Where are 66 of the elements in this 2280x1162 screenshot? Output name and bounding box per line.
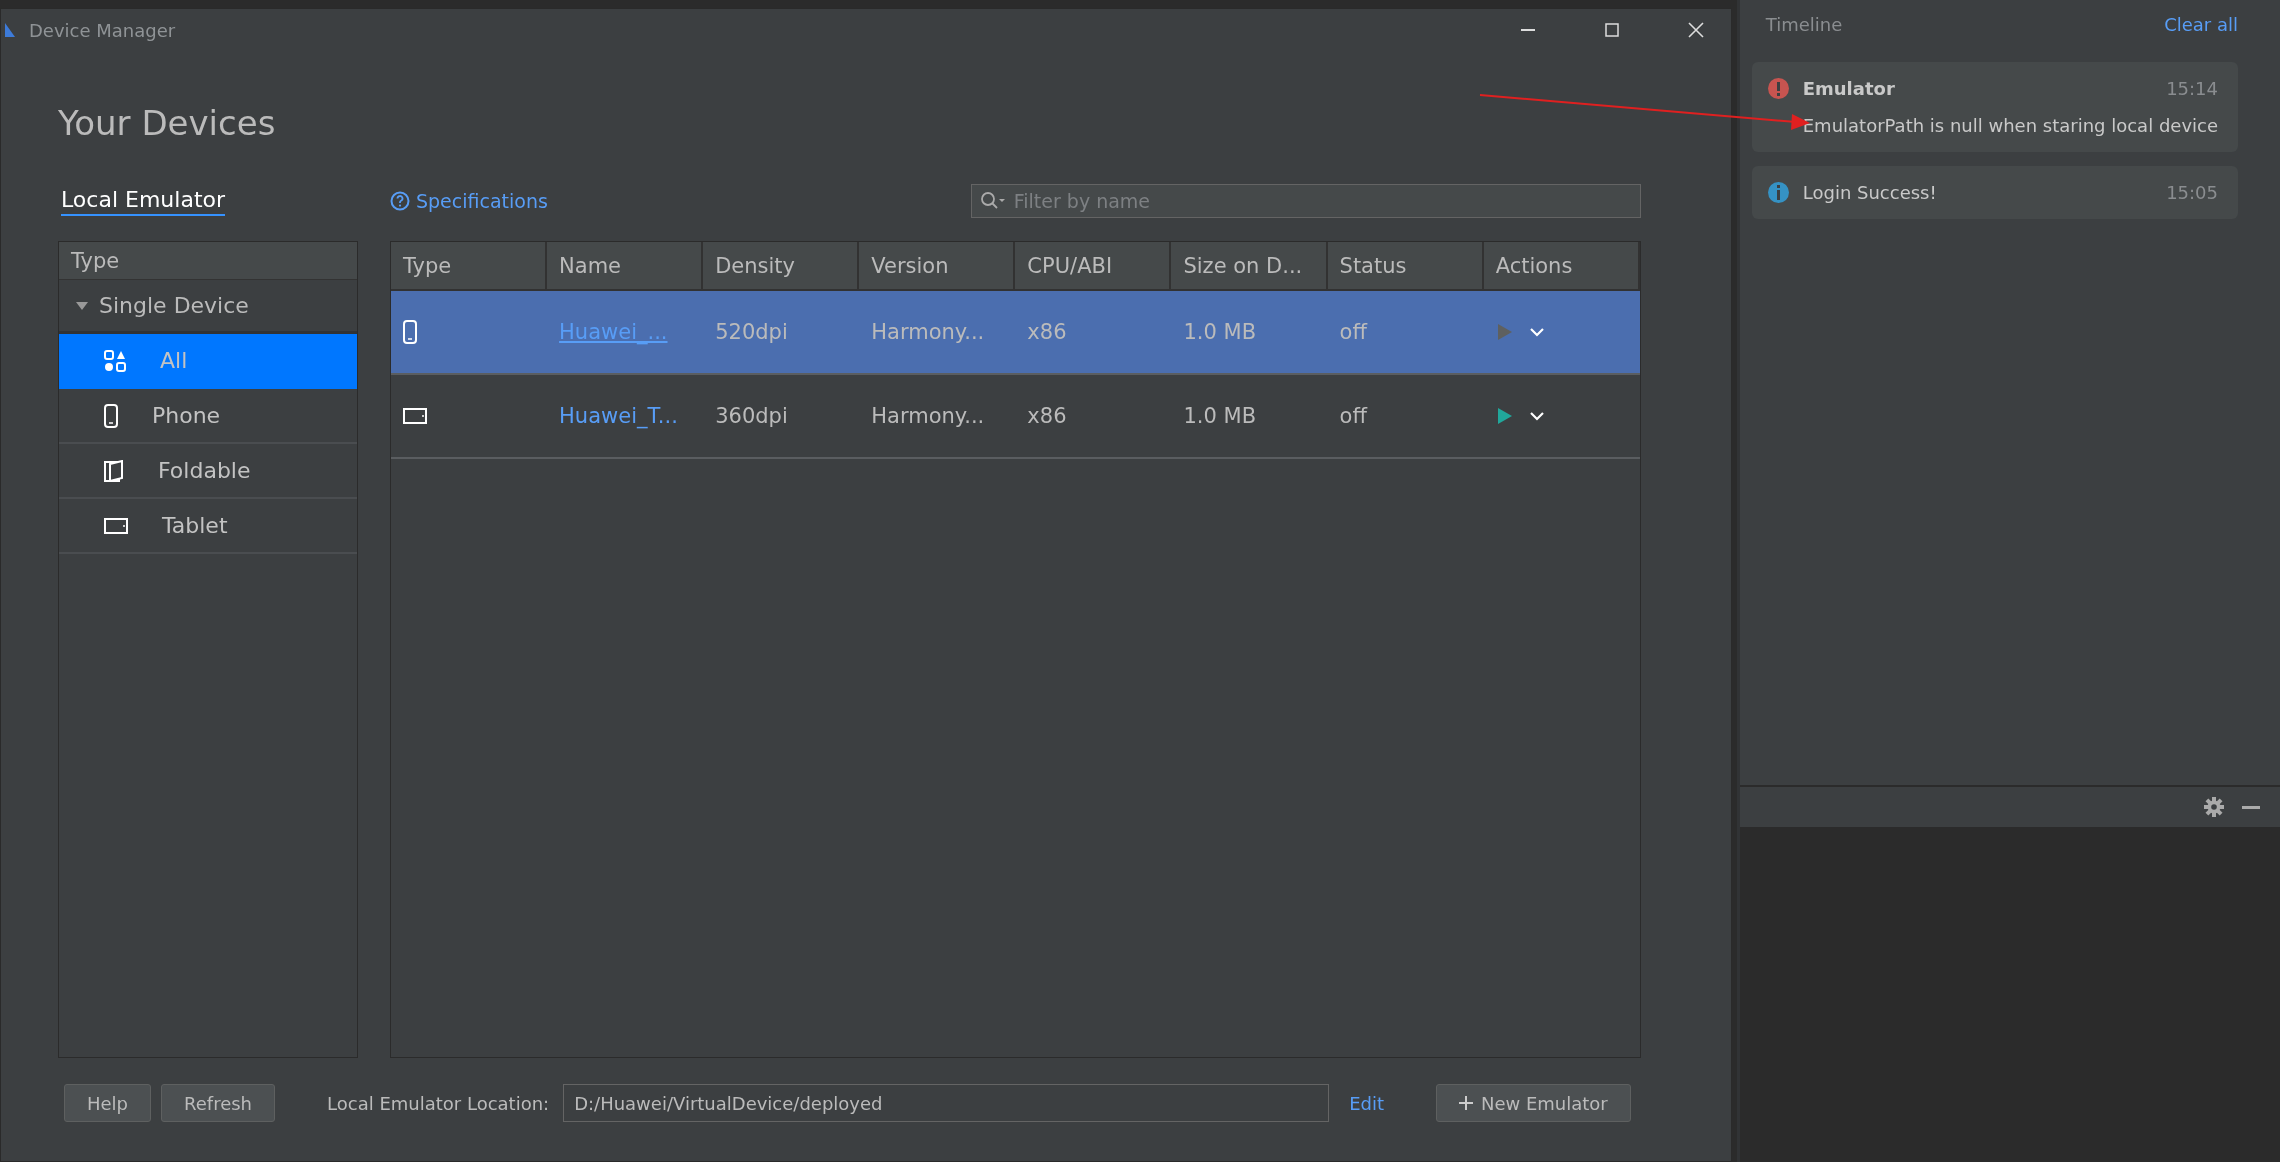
table-cell-text: off (1338, 319, 1369, 346)
app-logo-icon (5, 21, 15, 39)
tablet-type-icon (403, 408, 427, 424)
dropdown-button[interactable] (1527, 409, 1546, 423)
clear-all-link[interactable]: Clear all (2164, 13, 2238, 35)
table-cell-text: x86 (1026, 403, 1068, 430)
location-label: Local Emulator Location: (327, 1092, 550, 1114)
minimize-icon[interactable] (2242, 805, 2260, 809)
notification-time: 15:05 (2166, 182, 2218, 203)
column-header: Version (859, 242, 1016, 289)
search-icon[interactable] (979, 191, 1006, 211)
specifications-link[interactable]: Specifications (390, 190, 548, 212)
tree-item[interactable]: Phone (59, 389, 357, 444)
help-icon (390, 191, 410, 211)
table-cell-text: Harmony... (870, 403, 986, 430)
table-cell-text: off (1338, 403, 1369, 430)
settings-icon[interactable] (2204, 797, 2224, 817)
device-row[interactable]: Huawei_T... 360dpi Harmony... x86 1.0 MB off (391, 375, 1640, 459)
column-header: Size on D... (1171, 242, 1328, 289)
foldable-device-icon (104, 459, 124, 482)
window-title: Device Manager (29, 19, 177, 41)
all-device-icon (104, 349, 126, 372)
column-header: Actions (1483, 242, 1640, 289)
notification-message: Login Success! (1802, 182, 1938, 203)
column-header: Density (703, 242, 860, 289)
location-field[interactable]: D:/Huawei/VirtualDevice/deployed (563, 1084, 1330, 1122)
device-name-link[interactable]: Huawei_T... (559, 404, 678, 428)
tree-item[interactable]: All (59, 334, 357, 389)
device-row[interactable]: Huawei_... 520dpi Harmony... x86 1.0 MB off (391, 291, 1640, 375)
tree-item[interactable]: Foldable (59, 444, 357, 499)
edit-link[interactable]: Edit (1349, 1092, 1384, 1114)
filter-field[interactable]: Filter by name (970, 184, 1641, 218)
filter-input[interactable]: Filter by name (1011, 186, 1640, 216)
timeline-title: Timeline (1765, 13, 1843, 35)
phone-device-icon (104, 403, 118, 428)
notification-time: 15:14 (2166, 78, 2218, 99)
dropdown-button[interactable] (1527, 325, 1546, 339)
maximize-icon (1604, 23, 1619, 37)
plus-icon (1458, 1096, 1473, 1110)
tree-header: Type (59, 242, 357, 280)
minimize-icon (1520, 29, 1535, 31)
column-header: Name (547, 242, 704, 289)
column-header: CPU/ABI (1015, 242, 1172, 289)
column-header: Status (1327, 242, 1484, 289)
notification-message: EmulatorPath is null when staring local device (1801, 115, 2218, 136)
phone-type-icon (403, 320, 417, 344)
run-button[interactable] (1495, 406, 1514, 426)
error-icon (1767, 78, 1789, 99)
footer-button[interactable]: Refresh (161, 1084, 276, 1122)
table-cell-text: 360dpi (714, 403, 789, 430)
page-heading: Your Devices (58, 103, 277, 143)
tree-item[interactable]: Tablet (59, 499, 357, 554)
close-icon (1687, 22, 1704, 38)
expand-triangle-icon (75, 300, 89, 311)
table-cell-text: Harmony... (870, 319, 986, 346)
local-emulator-tab[interactable]: Local Emulator (61, 186, 225, 216)
footer-button[interactable]: Help (64, 1084, 152, 1122)
column-header: Type (391, 242, 548, 289)
table-cell-text: 1.0 MB (1182, 403, 1258, 430)
table-cell-text: 1.0 MB (1182, 319, 1258, 346)
table-cell-text: x86 (1026, 319, 1068, 346)
new-emulator-button[interactable]: New Emulator (1435, 1084, 1631, 1122)
tablet-device-icon (104, 517, 128, 534)
table-cell-text: 520dpi (714, 319, 789, 346)
info-icon (1767, 182, 1789, 203)
notification-title: Emulator (1802, 78, 1896, 99)
